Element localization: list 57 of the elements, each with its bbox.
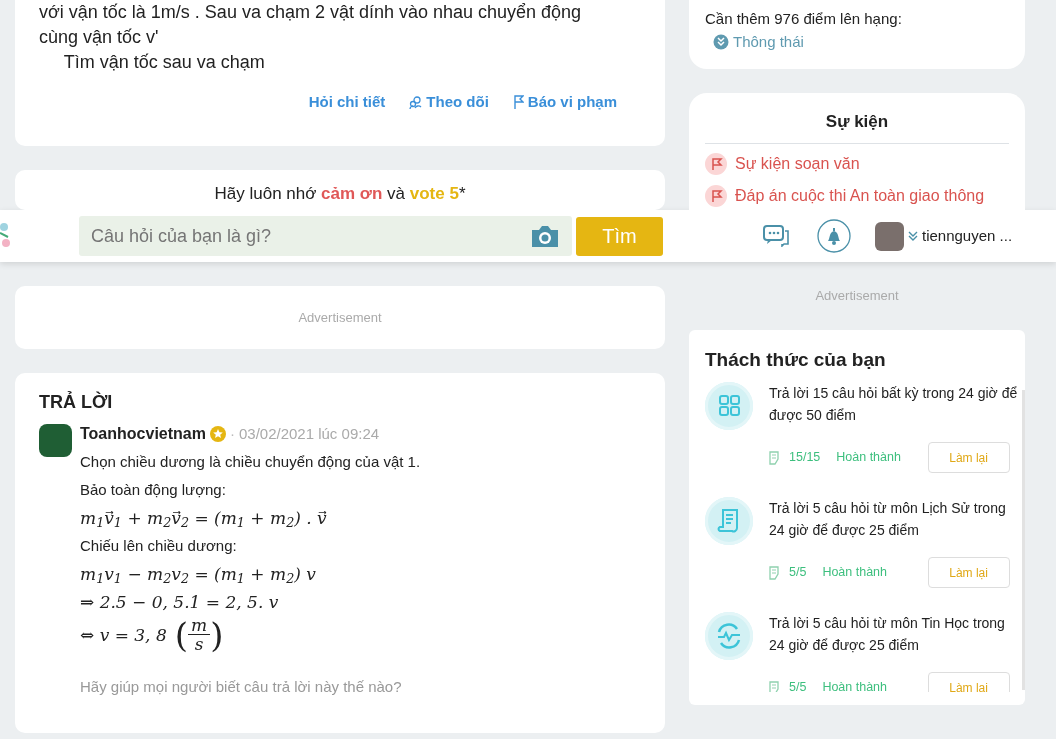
flag-icon bbox=[705, 152, 727, 175]
pulse-icon bbox=[705, 612, 753, 660]
author-avatar-photo bbox=[39, 424, 72, 457]
challenge-status: Hoàn thành bbox=[836, 449, 901, 467]
challenge-count: 15/15 bbox=[789, 449, 821, 467]
math-formula: m$_{1}$v⃗$_{1}$ + m$_{2}$v⃗$_{2}$ = (m$_{1}$ + m$_{2}$) . v⃗ bbox=[80, 508, 328, 528]
rank-text: Cần thêm 976 điểm lên hạng: bbox=[705, 9, 903, 29]
action-link[interactable]: Theo dõi bbox=[409, 91, 489, 114]
feedback-prompt: Hãy giúp mọi người biết câu trả lời này thế nào? bbox=[80, 677, 403, 697]
action-link[interactable]: Hỏi chi tiết bbox=[308, 91, 386, 114]
answer-date: 03/02/2021 lúc 09:24 bbox=[238, 424, 380, 444]
username[interactable]: tiennguyen ... bbox=[922, 224, 1013, 248]
chat-icon[interactable] bbox=[763, 225, 789, 247]
scroll-icon bbox=[705, 497, 753, 545]
math-formula: ⇒ 2.5 − 0, 5.1 = 2, 5. v bbox=[80, 592, 280, 612]
badge-icon bbox=[209, 426, 226, 442]
ad-label: Advertisement bbox=[814, 287, 900, 305]
bell-icon[interactable] bbox=[817, 219, 851, 253]
action-link[interactable]: Báo vi phạm bbox=[512, 91, 617, 114]
challenge-count: 5/5 bbox=[789, 679, 807, 692]
document-icon bbox=[769, 565, 781, 580]
separator: · bbox=[229, 424, 235, 444]
question-text: cùng vận tốc v' bbox=[39, 26, 160, 49]
flag-icon bbox=[512, 95, 524, 110]
retry-button[interactable]: Làm lại bbox=[927, 557, 1010, 588]
flag-icon bbox=[705, 184, 727, 207]
reminder-text: Hãy luôn nhớ cảm ơn và vote 5* bbox=[214, 182, 466, 205]
author-name[interactable]: Toanhocvietnam bbox=[80, 424, 206, 444]
challenge-count: 5/5 bbox=[789, 564, 807, 582]
grid-icon bbox=[705, 382, 753, 430]
users-icon bbox=[409, 95, 423, 109]
events-title: Sự kiện bbox=[705, 109, 1009, 144]
challenge-text: Trả lời 15 câu hỏi bất kỳ trong 24 giờ để được 50 điểm bbox=[769, 384, 1018, 425]
document-icon bbox=[769, 450, 781, 465]
answer-text: Bảo toàn động lượng: bbox=[80, 480, 227, 500]
question-text: với vận tốc là 1m/s . Sau va chạm 2 vật dính vào nhau chuyển động bbox=[39, 1, 583, 24]
rank-level: Thông thái bbox=[733, 31, 804, 52]
challenge-status: Hoàn thành bbox=[822, 679, 888, 692]
search-field[interactable]: Câu hỏi của bạn là gì? bbox=[79, 216, 572, 256]
question-text: Tìm vận tốc sau va chạm bbox=[62, 51, 266, 74]
challenge-text: Trả lời 5 câu hỏi từ môn Tin Học trong 24 giờ để được 25 điểm bbox=[769, 614, 1006, 655]
event-link[interactable]: Đáp án cuộc thi An toàn giao thông bbox=[735, 183, 985, 208]
retry-button[interactable]: Làm lại bbox=[927, 442, 1010, 473]
document-icon bbox=[769, 680, 781, 692]
challenge-text: Trả lời 5 câu hỏi từ môn Lịch Sử trong 24 giờ để được 25 điểm bbox=[769, 499, 1007, 540]
challenge-status: Hoàn thành bbox=[822, 564, 888, 582]
camera-icon[interactable] bbox=[530, 224, 560, 248]
answer-text: Chọn chiều dương là chiều chuyển động của vật 1. bbox=[80, 452, 421, 472]
math-formula: m$_{1}$v$_{1}$ − m$_{2}$v$_{2}$ = (m$_{1}$ + m$_{2}$) v bbox=[80, 564, 317, 584]
answer-title: TRẢ LỜI bbox=[39, 390, 114, 414]
answer-text: Chiếu lên chiều dương: bbox=[80, 536, 238, 556]
ad-label: Advertisement bbox=[298, 308, 382, 327]
avatar-photo[interactable] bbox=[875, 221, 904, 251]
event-link[interactable]: Sự kiện soạn văn bbox=[735, 151, 860, 176]
challenges-title: Thách thức của bạn bbox=[705, 347, 887, 372]
chevrons-down-icon[interactable] bbox=[908, 231, 918, 241]
search-button[interactable]: Tìm bbox=[576, 216, 663, 256]
